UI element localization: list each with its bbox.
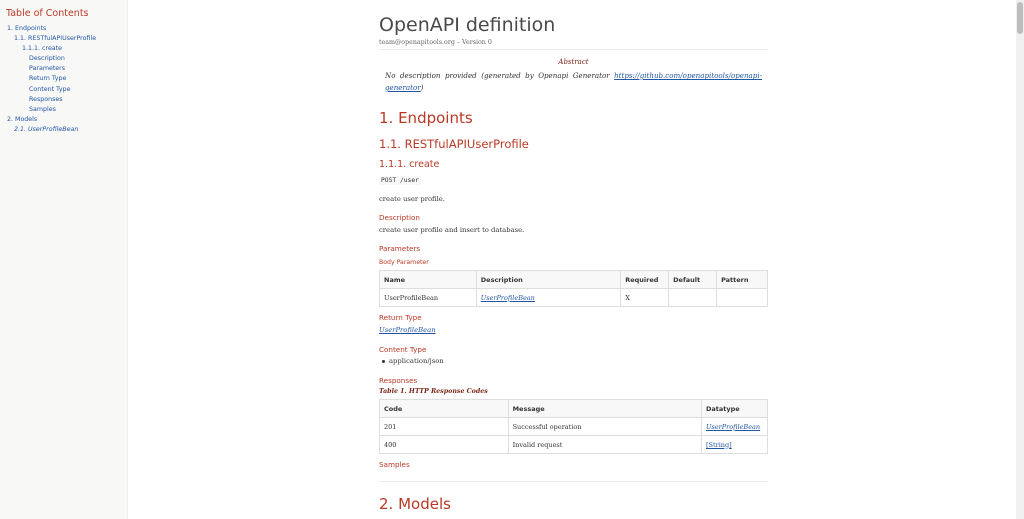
toc-item-content-type[interactable]: Content Type [6, 85, 127, 95]
table-cell: [String] [701, 435, 768, 454]
vertical-scrollbar[interactable] [1016, 0, 1024, 519]
toc-item-return-type[interactable]: Return Type [6, 74, 127, 84]
toc-item-parameters[interactable]: Parameters [6, 64, 127, 74]
column-header: Pattern [716, 270, 768, 289]
toc-item-samples[interactable]: Samples [6, 105, 127, 115]
return-type-heading: Return Type [379, 313, 422, 322]
toc-link[interactable]: Responses [29, 96, 63, 103]
table-cell: 201 [379, 417, 509, 436]
toc-item-userprofilebean[interactable]: 2.1. UserProfileBean [6, 125, 127, 135]
toc-link[interactable]: Parameters [29, 65, 65, 72]
toc-item-create[interactable]: 1.1.1. create [6, 44, 127, 54]
section-heading-endpoints: 1. Endpoints [379, 109, 473, 127]
toc-item-endpoints[interactable]: 1. Endpoints [6, 24, 127, 34]
table-row: 201 Successful operation UserProfileBean [379, 417, 768, 436]
abstract-end: ) [420, 83, 424, 92]
toc-item-models[interactable]: 2. Models [6, 115, 127, 125]
content-type-value: application/json [389, 357, 444, 365]
table-cell: 400 [379, 435, 509, 454]
table-cell [716, 288, 768, 307]
document-details: team@openapitools.org – Version 0 [379, 39, 492, 46]
toc-link[interactable]: Description [29, 55, 65, 62]
abstract-body: No description provided (generated by Op… [385, 71, 615, 80]
table-cell: X [620, 288, 670, 307]
toc-list: 1. Endpoints 1.1. RESTfulAPIUserProfile … [6, 24, 127, 135]
table-header-row: Code Message Datatype [379, 399, 768, 418]
toc-link[interactable]: 2.1. UserProfileBean [14, 126, 78, 133]
table-cell: Invalid request [507, 435, 703, 454]
section-divider [379, 481, 768, 482]
column-header: Description [475, 270, 622, 289]
body-parameter-heading: Body Parameter [379, 259, 429, 266]
toc-link[interactable]: 1.1. RESTfulAPIUserProfile [14, 35, 96, 42]
document-title: OpenAPI definition [379, 14, 556, 36]
abstract-text: No description provided (generated by Op… [385, 70, 762, 94]
string-link[interactable]: [String] [706, 441, 732, 449]
header-divider [379, 49, 768, 50]
column-header: Code [379, 399, 509, 418]
toc-link[interactable]: Samples [29, 106, 56, 113]
description-heading: Description [379, 213, 420, 222]
table-cell: UserProfileBean [379, 288, 477, 307]
parameters-heading: Parameters [379, 244, 421, 253]
http-method-path: POST /user [379, 176, 421, 185]
toc-link[interactable]: 2. Models [7, 116, 37, 123]
section-heading-resource: 1.1. RESTfulAPIUserProfile [379, 137, 529, 151]
content-type-heading: Content Type [379, 345, 427, 354]
table-of-contents-sidebar: Table of Contents 1. Endpoints 1.1. REST… [0, 0, 128, 519]
model-link[interactable]: UserProfileBean [706, 423, 760, 431]
table-cell: UserProfileBean [475, 288, 622, 307]
toc-item-restfulapiuserprofile[interactable]: 1.1. RESTfulAPIUserProfile [6, 34, 127, 44]
table-header-row: Name Description Required Default Patter… [379, 270, 768, 289]
model-link[interactable]: UserProfileBean [481, 294, 535, 302]
table-cell [668, 288, 718, 307]
toc-item-responses[interactable]: Responses [6, 95, 127, 105]
responses-table: Code Message Datatype 201 Successful ope… [379, 399, 768, 454]
parameters-table: Name Description Required Default Patter… [379, 270, 768, 307]
column-header: Default [668, 270, 718, 289]
samples-heading: Samples [379, 460, 410, 469]
column-header: Datatype [701, 399, 768, 418]
return-type-link[interactable]: UserProfileBean [379, 326, 436, 334]
section-heading-models: 2. Models [379, 495, 451, 513]
table-row: 400 Invalid request [String] [379, 435, 768, 454]
section-heading-operation: 1.1.1. create [379, 159, 440, 170]
scrollbar-thumb[interactable] [1017, 2, 1023, 34]
toc-item-description[interactable]: Description [6, 54, 127, 64]
toc-link[interactable]: 1. Endpoints [7, 25, 46, 32]
table-cell: UserProfileBean [701, 417, 768, 436]
column-header: Required [620, 270, 670, 289]
column-header: Message [507, 399, 703, 418]
table-row: UserProfileBean UserProfileBean X [379, 288, 768, 307]
responses-heading: Responses [379, 376, 418, 385]
toc-link[interactable]: 1.1.1. create [22, 45, 62, 52]
table-cell: Successful operation [507, 417, 703, 436]
bullet-icon [382, 359, 385, 363]
column-header: Name [379, 270, 477, 289]
return-type: UserProfileBean [379, 326, 436, 334]
responses-table-caption: Table 1. HTTP Response Codes [379, 388, 488, 395]
abstract-title: Abstract [558, 58, 589, 66]
toc-link[interactable]: Content Type [29, 86, 71, 93]
operation-description: create user profile and insert to databa… [379, 226, 525, 234]
operation-summary: create user profile. [379, 195, 445, 203]
toc-title: Table of Contents [6, 8, 89, 19]
content-type-item: application/json [382, 357, 444, 365]
toc-link[interactable]: Return Type [29, 75, 66, 82]
